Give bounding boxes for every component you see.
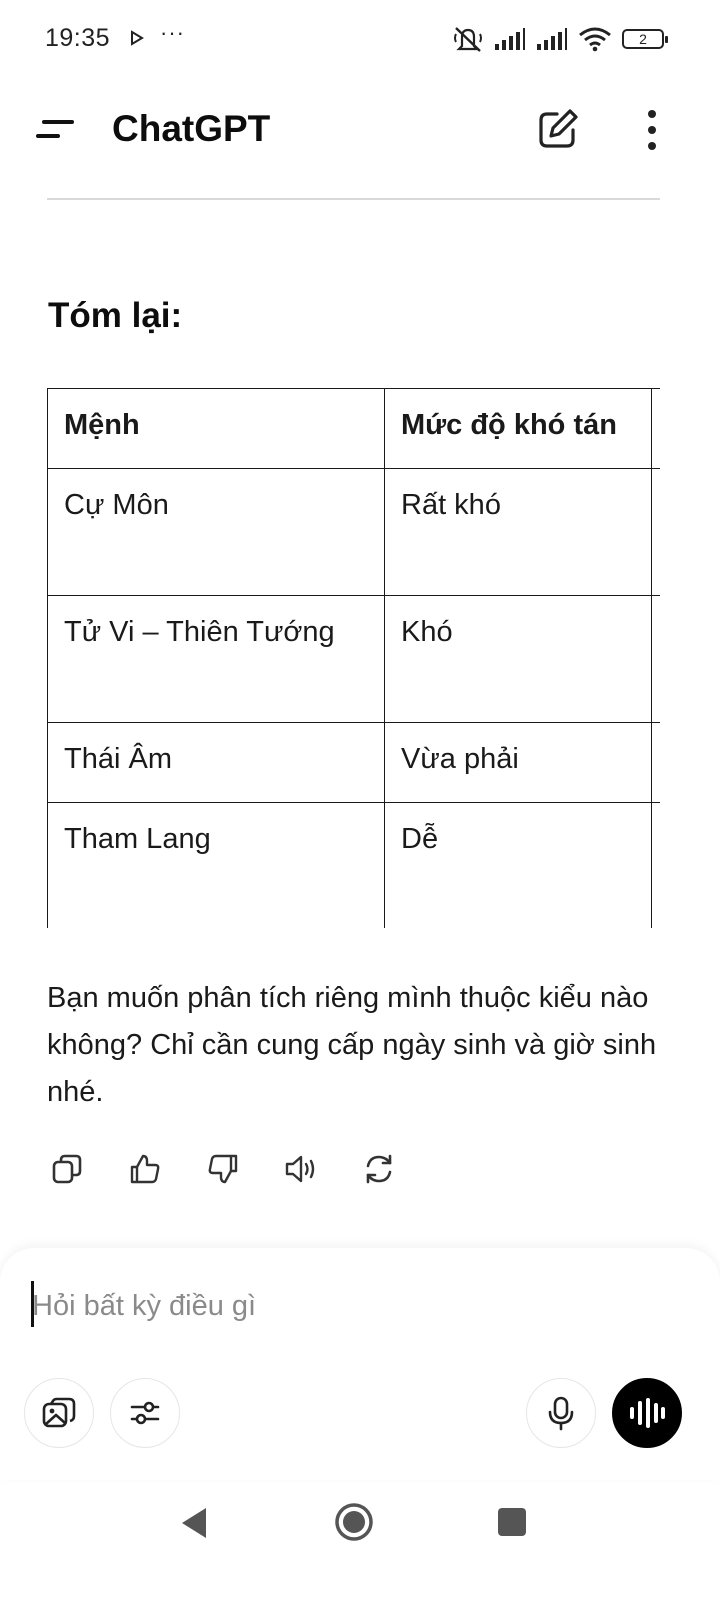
battery-icon: 2 xyxy=(622,29,668,49)
table-cell xyxy=(651,468,660,596)
section-heading: Tóm lại: xyxy=(48,296,183,335)
home-icon[interactable] xyxy=(334,1502,374,1542)
message-input[interactable] xyxy=(32,1284,632,1328)
summary-table: Mệnh Mức độ khó tán Cự Môn Rất khó Tử Vi… xyxy=(47,388,660,928)
table-cell xyxy=(651,595,660,723)
thumbs-down-button[interactable] xyxy=(202,1148,244,1190)
voice-mode-button[interactable] xyxy=(612,1378,682,1448)
app-title: ChatGPT xyxy=(112,108,271,149)
table-cell: Rất khó xyxy=(384,468,652,596)
thumbs-down-icon xyxy=(208,1154,238,1184)
more-vertical-icon[interactable] xyxy=(638,106,666,154)
thumbs-up-button[interactable] xyxy=(124,1148,166,1190)
regenerate-icon xyxy=(366,1154,392,1184)
media-play-icon xyxy=(131,30,144,46)
thumbs-up-icon xyxy=(130,1154,160,1184)
copy-icon xyxy=(52,1154,82,1184)
table-cell: Cự Môn xyxy=(47,468,385,596)
table-cell xyxy=(651,802,660,928)
voice-mode-icon xyxy=(630,1398,665,1428)
table-header-cut-off xyxy=(651,388,660,469)
app-header: ChatGPT xyxy=(0,90,720,170)
regenerate-button[interactable] xyxy=(358,1148,400,1190)
status-icons: 2 xyxy=(452,22,668,56)
menu-icon[interactable] xyxy=(30,112,82,148)
overflow-indicator: ··· xyxy=(160,20,185,45)
summary-table-container[interactable]: Mệnh Mức độ khó tán Cự Môn Rất khó Tử Vi… xyxy=(47,388,660,928)
table-header-row: Mệnh Mức độ khó tán xyxy=(47,388,660,469)
table-row: Cự Môn Rất khó xyxy=(47,468,660,596)
composer xyxy=(0,1248,720,1480)
copy-button[interactable] xyxy=(46,1148,88,1190)
table-header-menh: Mệnh xyxy=(47,388,385,469)
followup-message: Bạn muốn phân tích riêng mình thuộc kiểu… xyxy=(47,982,657,1108)
status-bar: 19:35 ··· 2 xyxy=(0,0,720,78)
microphone-button[interactable] xyxy=(526,1378,596,1448)
table-cell: Tham Lang xyxy=(47,802,385,928)
mute-icon xyxy=(454,27,482,52)
table-row: Thái Âm Vừa phải xyxy=(47,722,660,803)
tools-button[interactable] xyxy=(110,1378,180,1448)
attach-image-icon xyxy=(42,1397,76,1428)
message-actions xyxy=(46,1148,400,1194)
recents-icon[interactable] xyxy=(498,1508,526,1536)
attach-image-button[interactable] xyxy=(24,1378,94,1448)
table-cell: Vừa phải xyxy=(384,722,652,803)
table-cell: Tử Vi – Thiên Tướng xyxy=(47,595,385,723)
wifi-icon xyxy=(579,27,611,52)
table-row: Tử Vi – Thiên Tướng Khó xyxy=(47,595,660,723)
new-chat-icon[interactable] xyxy=(535,106,581,152)
system-nav-bar xyxy=(0,1480,720,1600)
read-aloud-button[interactable] xyxy=(280,1148,322,1190)
signal-icon xyxy=(537,28,567,50)
table-cell: Khó xyxy=(384,595,652,723)
back-icon[interactable] xyxy=(180,1506,208,1540)
table-cell xyxy=(651,722,660,803)
table-cell: Thái Âm xyxy=(47,722,385,803)
microphone-icon xyxy=(548,1396,574,1431)
header-divider xyxy=(47,198,660,200)
tools-icon xyxy=(130,1401,160,1425)
table-header-muc-do: Mức độ khó tán xyxy=(384,388,652,469)
table-cell: Dễ xyxy=(384,802,652,928)
status-time: 19:35 xyxy=(45,24,111,52)
signal-icon xyxy=(495,28,525,50)
table-row: Tham Lang Dễ xyxy=(47,802,660,928)
speaker-icon xyxy=(285,1155,315,1183)
